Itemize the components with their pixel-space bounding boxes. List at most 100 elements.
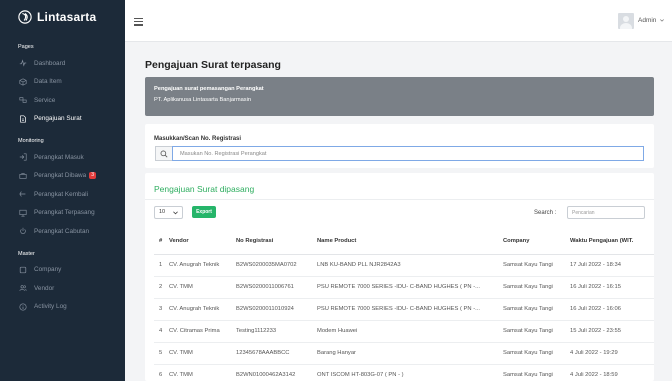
cell-row-number: 2 [154,276,169,299]
scan-card: Masukkan/Scan No. Registrasi [145,124,654,168]
search-icon [160,150,168,157]
sidebar-item-label: Perangkat Terpasang [34,209,95,217]
cell-product-name: LNB KU-BAND PLL NJR2842A3 [317,254,503,277]
scan-search-button[interactable] [155,146,172,161]
page-length-value: 10 [159,209,166,215]
cell-product-name: PSU REMOTE 7000 SERIES -IDU- C-BAND HUGH… [317,276,503,299]
box-icon [19,78,27,86]
monitor-icon [19,209,27,217]
column-header-product-name[interactable]: Name Product [317,229,503,255]
cell-vendor: CV. TMM [169,364,236,381]
cell-company: Samsat Kayu Tangi [503,276,570,299]
cell-company: Samsat Kayu Tangi [503,342,570,365]
chevron-down-icon [660,19,665,22]
table-row[interactable]: 4 CV. Citramas Prima Testing1112233 Modem H… [154,320,654,343]
sidebar-item-dashboard[interactable]: Dashboard [0,54,125,73]
sidebar-item-label: Vendor [34,284,55,292]
sidebar-section-title: Master [18,250,35,257]
sidebar-item-perangkat-dibawa[interactable]: Perangkat Dibawa 3 [0,167,125,186]
sidebar-item-perangkat-terpasang[interactable]: Perangkat Terpasang [0,204,125,223]
info-banner: Pengajuan surat pemasangan Perangkat PT.… [145,77,654,116]
sidebar-item-perangkat-kembali[interactable]: Perangkat Kembali [0,185,125,204]
table-row[interactable]: 5 CV. TMM 12345678AAABBCC Barang Hanyar Sams… [154,342,654,365]
hamburger-menu-icon[interactable] [134,18,143,28]
cell-registration-number: 12345678AAABBCC [236,342,317,365]
login-icon [19,153,27,161]
lintasarta-logo-icon [18,10,32,24]
cell-product-name: PSU REMOTE 7000 SERIES -IDU- C-BAND HUGH… [317,298,503,321]
sidebar-item-label: Activity Log [34,303,67,311]
scan-label: Masukkan/Scan No. Registrasi [154,136,242,142]
column-header-vendor[interactable]: Vendor [169,229,236,255]
search-label: Search : [534,210,557,216]
sidebar-item-label: Perangkat Dibawa [34,172,87,180]
cell-company: Samsat Kayu Tangi [503,254,570,277]
divider [145,199,654,200]
cell-registration-number: B2WN01000462A3142 [236,364,317,381]
cell-vendor: CV. Anugrah Teknik [169,298,236,321]
cell-registration-number: Testing1112233 [236,320,317,343]
cell-product-name: Modem Huawei [317,320,503,343]
cell-vendor: CV. Citramas Prima [169,320,236,343]
page-length-select[interactable]: 10 [154,206,183,219]
sidebar-item-label: Perangkat Cabutan [34,227,90,235]
banner-subtitle: PT. Aplikanusa Lintasarta Banjarmasin [154,97,252,103]
sidebar-item-service[interactable]: Service [0,91,125,110]
cell-submission-time: 15 Juli 2022 - 23:55 [570,320,654,343]
info-icon [19,303,27,311]
user-menu[interactable]: Admin [638,17,665,24]
sidebar-item-label: Dashboard [34,59,66,67]
cell-registration-number: B2WS0200035MA0702 [236,254,317,277]
sidebar-item-label: Data Item [34,78,62,86]
submission-table: # Vendor No Registrasi Name Product Company W… [154,229,654,381]
cell-submission-time: 4 Juli 2022 - 19:29 [570,342,654,365]
sidebar-item-company[interactable]: Company [0,261,125,280]
cell-registration-number: B2WS0200011010924 [236,298,317,321]
cell-product-name: Barang Hanyar [317,342,503,365]
table-row[interactable]: 3 CV. Anugrah Teknik B2WS0200011010924 PSU … [154,298,654,321]
activity-icon [19,59,27,67]
table-header-row: # Vendor No Registrasi Name Product Company W… [154,229,654,255]
sidebar-item-label: Perangkat Kembali [34,190,88,198]
brand-logo[interactable]: Lintasarta [0,0,125,34]
column-header-submission-time[interactable]: Waktu Pengajuan (WIT. [570,229,654,255]
sidebar-item-vendor[interactable]: Vendor [0,279,125,298]
sidebar-section-title: Pages [18,44,34,50]
cell-row-number: 4 [154,320,169,343]
briefcase-icon [19,172,27,179]
cell-row-number: 3 [154,298,169,321]
table-row[interactable]: 1 CV. Anugrah Teknik B2WS0200035MA0702 LNB … [154,254,654,277]
column-header-company[interactable]: Company [503,229,570,255]
avatar[interactable] [618,13,634,29]
users-icon [19,285,27,292]
cell-submission-time: 16 Juli 2022 - 16:15 [570,276,654,299]
banner-title: Pengajuan surat pemasangan Perangkat [154,86,264,92]
cell-company: Samsat Kayu Tangi [503,298,570,321]
notification-badge: 3 [89,172,97,180]
export-button[interactable]: Export [192,206,216,218]
table-row[interactable]: 6 CV. TMM B2WN01000462A3142 ONT ISCOM HT-80… [154,364,654,381]
submission-table-card: Pengajuan Surat dipasang 10 Export Searc… [145,173,654,381]
table-card-title: Pengajuan Surat dipasang [154,184,255,194]
topbar: Admin [125,0,672,42]
sidebar-item-perangkat-cabutan[interactable]: Perangkat Cabutan [0,222,125,241]
service-icon [19,97,27,103]
sidebar-item-data-item[interactable]: Data Item [0,73,125,92]
page-title: Pengajuan Surat terpasang [145,59,281,71]
file-icon [20,115,26,123]
cell-company: Samsat Kayu Tangi [503,320,570,343]
registration-number-input[interactable] [172,146,644,161]
cell-row-number: 5 [154,342,169,365]
cell-row-number: 1 [154,254,169,277]
sidebar-item-activity-log[interactable]: Activity Log [0,298,125,317]
sidebar-item-pengajuan-surat[interactable]: Pengajuan Surat [0,110,125,129]
sidebar-item-perangkat-masuk[interactable]: Perangkat Masuk [0,148,125,167]
square-icon [19,266,27,273]
unplug-icon [20,228,26,235]
sidebar-item-label: Perangkat Masuk [34,153,84,161]
search-input[interactable] [567,206,645,219]
return-icon [19,191,26,197]
column-header-row-number[interactable]: # [154,229,169,255]
column-header-registration-number[interactable]: No Registrasi [236,229,317,255]
table-row[interactable]: 2 CV. TMM B2WS0200011006761 PSU REMOTE 7000… [154,276,654,299]
